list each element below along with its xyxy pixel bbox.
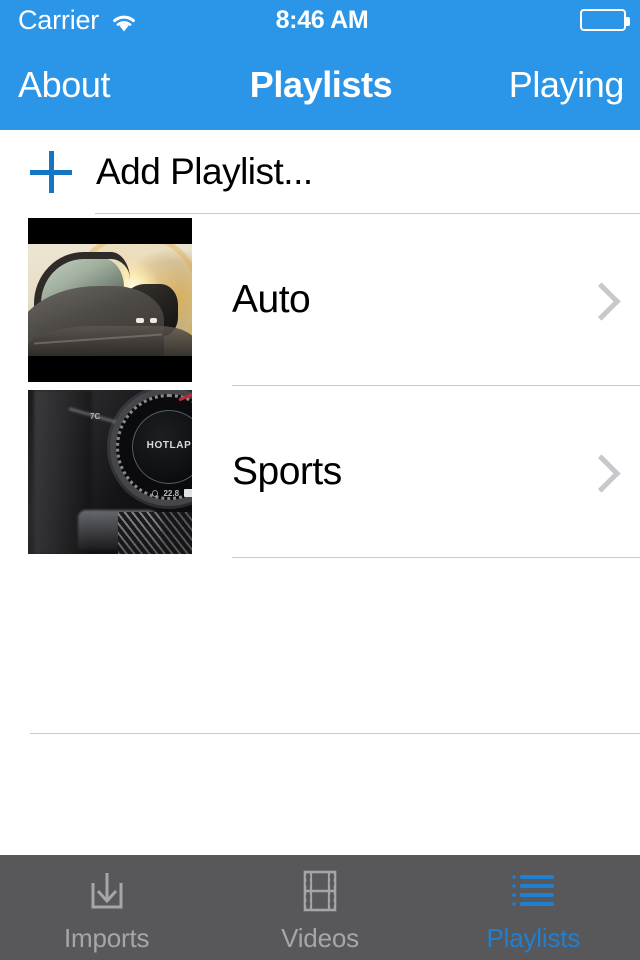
tab-playlists[interactable]: Playlists (427, 855, 640, 960)
status-bar-time: 8:46 AM (275, 5, 369, 34)
status-bar-left: Carrier (18, 5, 258, 36)
app-screen: Carrier 8:46 AM About Playlists Playing … (0, 0, 640, 960)
thumbnail-letterbox-top (28, 218, 192, 244)
thumbnail-subdial-number: 22.8 (163, 488, 180, 498)
plus-icon (30, 151, 72, 193)
playlist-title: Sports (232, 450, 342, 493)
film-strip-icon (292, 867, 348, 915)
thumbnail-subdial-box (184, 489, 192, 497)
car-sunset-thumbnail (28, 218, 192, 382)
list-bottom-separator (30, 733, 640, 734)
carrier-label: Carrier (18, 4, 100, 35)
battery-icon (580, 9, 630, 31)
tab-bar: Imports Videos Playlists (0, 855, 640, 960)
list-item[interactable]: 7C HOTLAP 22.8 Sports (0, 386, 640, 558)
tab-videos[interactable]: Videos (213, 855, 426, 960)
bulleted-list-icon (505, 867, 561, 915)
download-tray-icon (79, 867, 135, 915)
tab-label: Videos (281, 923, 359, 953)
status-bar-right (386, 9, 630, 31)
page-title: Playlists (249, 64, 393, 105)
thumbnail-light-left (136, 318, 144, 323)
thumbnail-hotlap-text: HOTLAP (146, 440, 192, 451)
add-playlist-row[interactable]: Add Playlist... (0, 130, 640, 214)
navigation-bar: About Playlists Playing (0, 40, 640, 130)
tab-label: Playlists (486, 923, 581, 953)
about-button[interactable]: About (18, 64, 208, 106)
playlist-title: Auto (232, 278, 311, 321)
list-item[interactable]: Auto (0, 214, 640, 386)
dashboard-gauge-hotlap-thumbnail: 7C HOTLAP 22.8 (28, 390, 192, 554)
chevron-right-icon (586, 453, 608, 491)
thumbnail-subdial-dot (152, 489, 159, 497)
add-playlist-label: Add Playlist... (96, 151, 313, 192)
playing-button[interactable]: Playing (434, 64, 625, 106)
tab-imports[interactable]: Imports (0, 855, 213, 960)
thumbnail-letterbox-bottom (28, 356, 192, 382)
wifi-icon (113, 15, 136, 31)
thumbnail-carbon-fiber (118, 512, 192, 554)
thumbnail-subdial: 22.8 (152, 482, 192, 504)
battery-fill (583, 12, 624, 28)
chevron-right-icon (586, 281, 608, 319)
playlist-list: Add Playlist... Auto 7C HOTLAP 22.8 Spor… (0, 130, 640, 855)
thumbnail-small-text: 7C (90, 412, 101, 421)
tab-label: Imports (64, 923, 150, 953)
row-separator (232, 557, 640, 558)
status-bar: Carrier 8:46 AM (0, 0, 640, 40)
thumbnail-light-right (150, 318, 157, 323)
